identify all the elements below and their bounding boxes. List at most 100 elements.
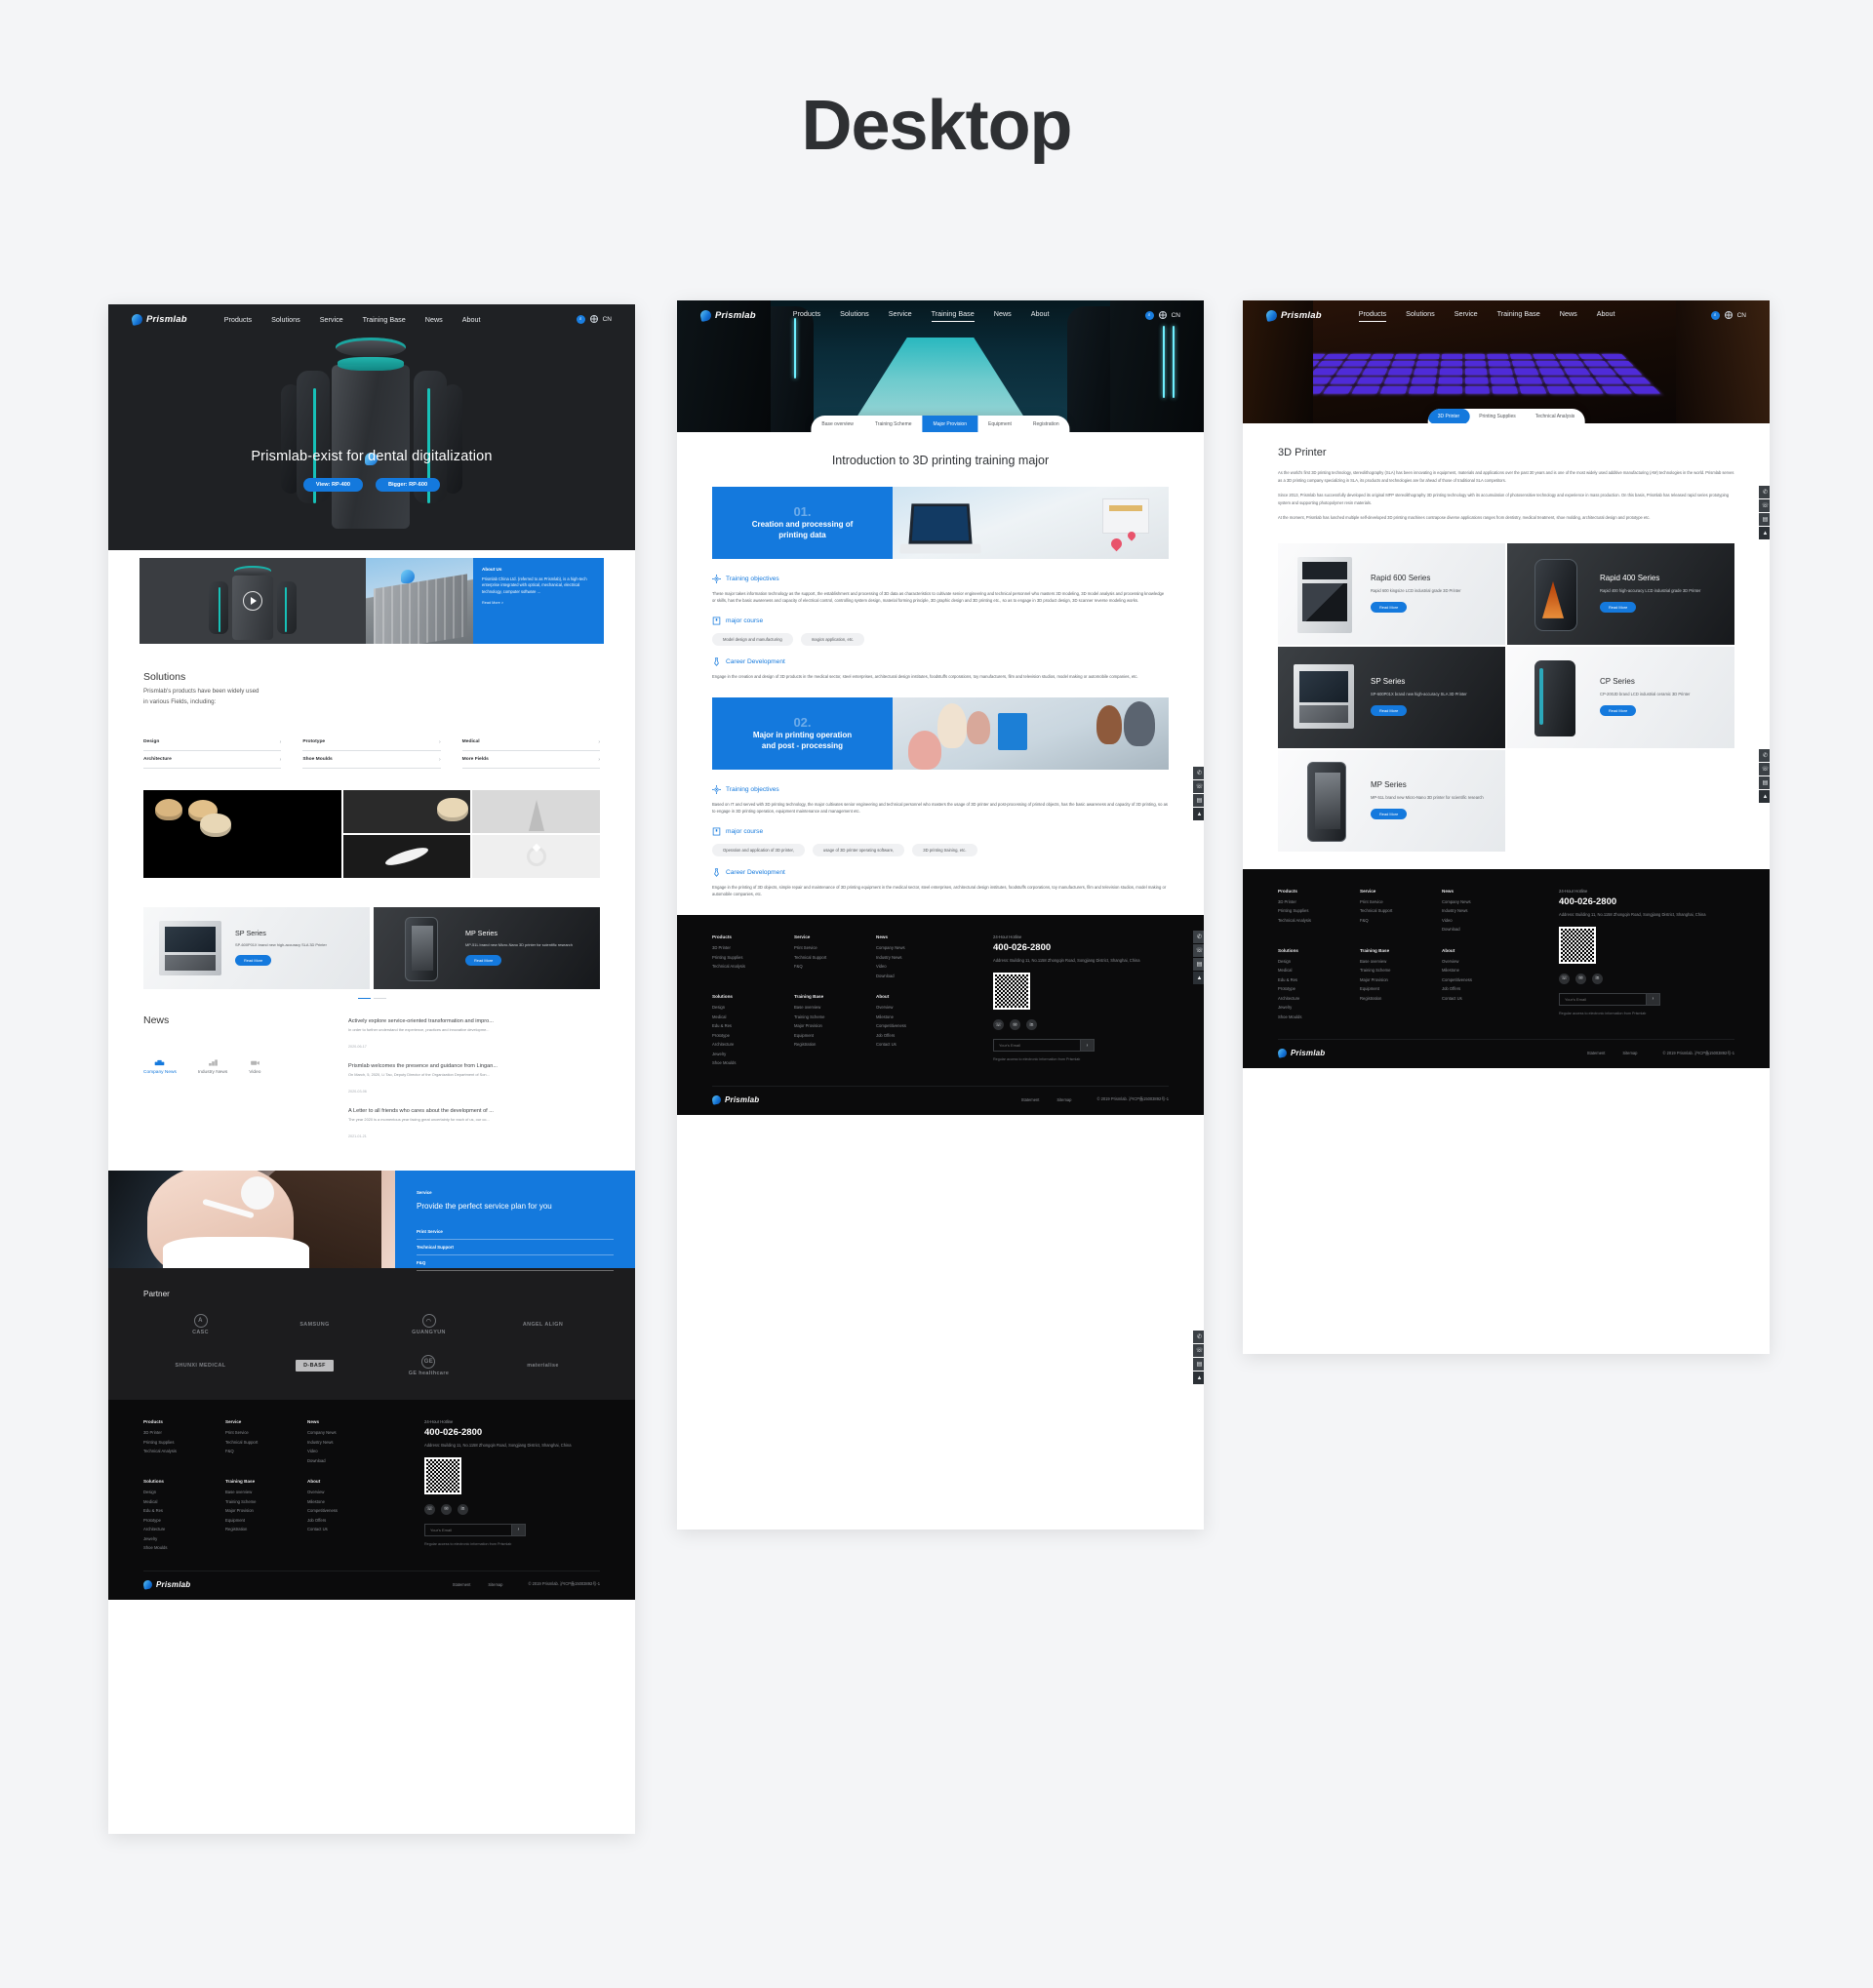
nav-item-about[interactable]: About [1031,309,1050,322]
linkedin-icon[interactable]: in [458,1503,468,1515]
footer-link[interactable]: Company News [1442,899,1524,904]
product-card-cp-series[interactable]: CP Series CP-200JD brand LCD industrial … [1507,646,1734,748]
linkedin-icon[interactable]: in [1026,1019,1037,1031]
footer-link[interactable]: Training Scheme [794,1014,876,1019]
weibo-icon[interactable]: ✉ [1010,1019,1020,1031]
statement-link[interactable]: Statement [1587,1051,1606,1055]
footer-link[interactable]: F&Q [225,1449,307,1453]
footer-link[interactable]: Equipment [225,1518,307,1523]
phone-icon[interactable]: ✆ [1759,749,1770,762]
footer-link[interactable]: Competitiveness [307,1508,389,1513]
message-icon[interactable]: ▤ [1759,776,1770,789]
gallery-shoe-sole[interactable] [342,834,471,878]
footer-link[interactable]: Competitiveness [876,1023,958,1028]
product-card-sp-series[interactable]: SP Series SP-600P01X brand new high-accu… [143,906,370,989]
course-tag[interactable]: Model design and manufacturing [712,632,793,646]
footer-link[interactable]: Equipment [1360,986,1442,991]
nav-item-news[interactable]: News [425,315,443,324]
brand-logo[interactable]: Prismlab [1264,308,1322,322]
footer-link[interactable]: Design [1278,959,1360,964]
subtab-base-overview[interactable]: Base overview [811,416,864,432]
footer-link[interactable]: Technical Support [225,1440,307,1445]
solution-item-design[interactable]: Design › [143,734,282,751]
nav-item-training-base[interactable]: Training Base [363,315,406,324]
phone-icon[interactable]: ✆ [1193,767,1204,779]
footer-link[interactable]: Download [1442,927,1524,932]
footer-link[interactable]: Company News [307,1430,389,1435]
footer-link[interactable]: Download [876,974,958,978]
search-icon[interactable]: ⌕ [1144,310,1154,320]
product-card-mp-series[interactable]: MP Series MP-51L brand new Micro-Nano 3D… [1278,749,1505,852]
language-label[interactable]: CN [603,316,612,323]
news-item[interactable]: Actively explore service-oriented transf… [348,1014,600,1059]
footer-link[interactable]: Prototype [712,1033,794,1038]
newsletter-submit-button[interactable]: › [1081,1039,1095,1053]
gallery-ring[interactable] [472,834,600,878]
footer-link[interactable]: Job Offers [876,1033,958,1038]
back-to-top-icon[interactable]: ▲ [1193,808,1204,820]
sitemap-link[interactable]: Sitemap [488,1582,502,1587]
tab-technical-analysis[interactable]: Technical Analysis [1526,409,1585,423]
service-link-print[interactable]: Print Service [417,1224,614,1241]
weibo-icon[interactable]: ✉ [441,1503,452,1515]
nav-item-about[interactable]: About [1597,309,1615,322]
gallery-eiffel-model[interactable] [472,789,600,833]
globe-icon[interactable] [1724,311,1733,319]
nav-item-service[interactable]: Service [320,315,343,324]
solution-item-more-fields[interactable]: More Fields › [461,751,600,769]
footer-link[interactable]: Download [307,1458,389,1463]
footer-link[interactable]: Printing Supplies [712,955,794,960]
footer-link[interactable]: Base overview [1360,959,1442,964]
course-tag[interactable]: Operation and application of 3D printer, [712,843,805,856]
footer-link[interactable]: Technical Support [1360,908,1442,913]
service-icon[interactable]: ☏ [1759,499,1770,512]
hero-view-button[interactable]: View: RP-400 [302,478,363,492]
brand-logo[interactable]: Prismlab [130,312,187,326]
nav-item-news[interactable]: News [1560,309,1577,322]
nav-item-news[interactable]: News [994,309,1012,322]
footer-link[interactable]: Base overview [794,1005,876,1010]
footer-link[interactable]: Shoe Moulds [143,1545,225,1550]
sitemap-link[interactable]: Sitemap [1622,1051,1637,1055]
footer-link[interactable]: Jewelry [712,1052,794,1056]
footer-link[interactable]: Technical Analysis [1278,918,1360,923]
footer-link[interactable]: Base overview [225,1490,307,1494]
course-tag[interactable]: 3D printing training, etc. [912,843,977,856]
news-item[interactable]: Prismlab welcomes the presence and guida… [348,1059,600,1104]
footer-link[interactable]: Medical [143,1499,225,1504]
nav-item-products[interactable]: Products [224,315,252,324]
email-field[interactable] [1559,992,1647,1006]
solution-item-medical[interactable]: Medical › [461,734,600,751]
footer-link[interactable]: Registration [794,1042,876,1047]
carousel-dot[interactable] [357,997,371,1000]
statement-link[interactable]: Statement [453,1582,471,1587]
newsletter-submit-button[interactable]: › [512,1523,526,1536]
newsletter-submit-button[interactable]: › [1647,992,1660,1006]
footer-link[interactable]: Video [876,964,958,969]
footer-link[interactable]: Medical [1278,968,1360,973]
subtab-major-provision[interactable]: Major Provision [922,416,978,432]
service-link-faq[interactable]: F&Q [417,1255,614,1272]
service-icon[interactable]: ☏ [1193,944,1204,957]
nav-item-solutions[interactable]: Solutions [1406,309,1435,322]
email-field[interactable] [993,1039,1081,1053]
read-more-button[interactable]: Read More [1600,705,1637,717]
footer-link[interactable]: Competitiveness [1442,977,1524,982]
back-to-top-icon[interactable]: ▲ [1193,972,1204,984]
footer-link[interactable]: Contact Us [876,1042,958,1047]
footer-link[interactable]: Print Service [1360,899,1442,904]
search-icon[interactable]: ⌕ [1710,310,1720,320]
footer-link[interactable]: Job Offers [1442,986,1524,991]
footer-link[interactable]: Printing Supplies [143,1440,225,1445]
footer-link[interactable]: Technical Support [794,955,876,960]
footer-link[interactable]: Design [143,1490,225,1494]
brand-logo[interactable]: Prismlab [698,308,756,322]
footer-link[interactable]: Industry News [1442,908,1524,913]
news-item[interactable]: A Letter to all friends who cares about … [348,1104,600,1149]
nav-item-service[interactable]: Service [889,309,912,322]
carousel-dot[interactable] [373,997,386,1000]
subtab-training-scheme[interactable]: Training Scheme [864,416,923,432]
wechat-icon[interactable]: ☏ [993,1019,1004,1031]
nav-item-about[interactable]: About [462,315,481,324]
solution-item-architecture[interactable]: Architecture › [143,751,282,769]
